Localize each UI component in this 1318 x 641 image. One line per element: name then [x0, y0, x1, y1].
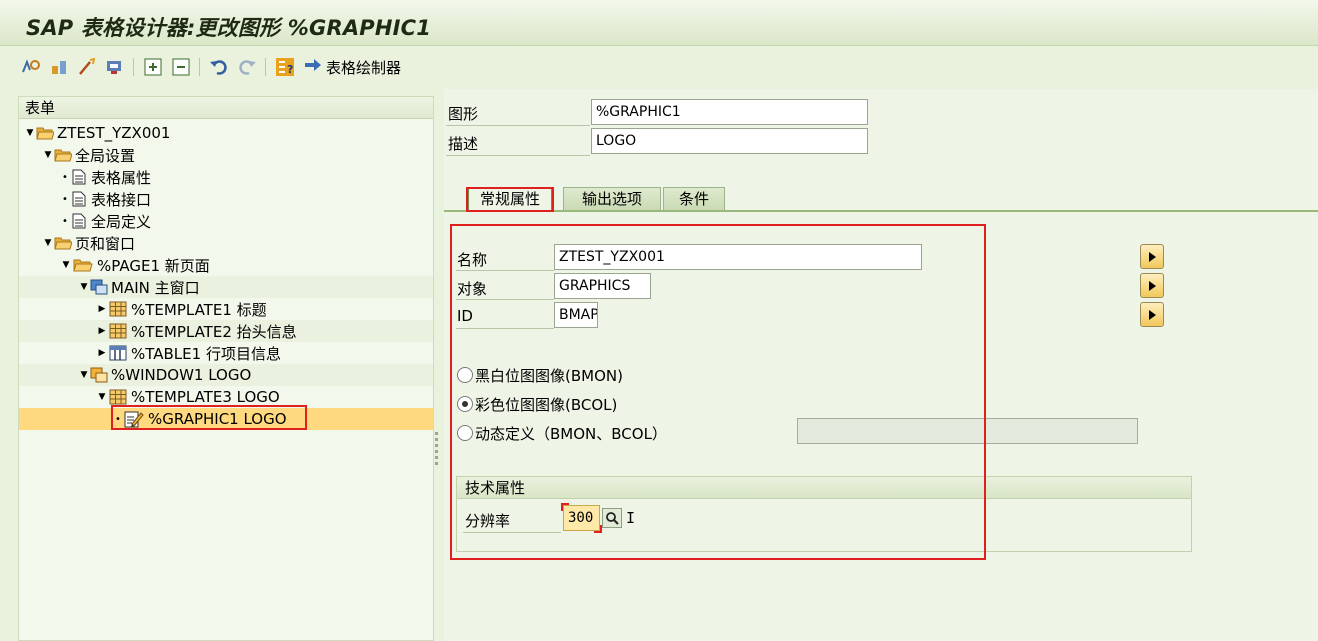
expand-icon[interactable]	[142, 56, 164, 78]
tree-node-global-definitions[interactable]: • 全局定义	[19, 210, 433, 232]
tree-node-label: %TEMPLATE2 抬头信息	[131, 322, 297, 341]
graphic-name-field[interactable]: %GRAPHIC1	[591, 99, 868, 125]
general-attributes-highlight	[450, 224, 986, 560]
graphic-detail-panel: 图形 %GRAPHIC1 描述 LOGO 常规属性 输出选项 条件 名称 ZTE…	[444, 89, 1318, 641]
tree-node-label: %TEMPLATE3 LOGO	[131, 388, 280, 406]
expanded-arrow-icon[interactable]: ▼	[43, 150, 53, 160]
tree-node-form-interface[interactable]: • 表格接口	[19, 188, 433, 210]
bullet-icon: •	[62, 171, 68, 183]
label-underline	[446, 155, 590, 156]
document-icon	[70, 169, 88, 185]
collapsed-arrow-icon[interactable]: ▶	[97, 326, 107, 336]
description-label: 描述	[448, 135, 479, 153]
tree-node-label: ZTEST_YZX001	[57, 124, 171, 142]
tab-strip-line	[444, 210, 1318, 212]
tree-node-template1[interactable]: ▶ %TEMPLATE1 标题	[19, 298, 433, 320]
collapsed-arrow-icon[interactable]: ▶	[97, 348, 107, 358]
bullet-icon: •	[62, 193, 68, 205]
expanded-arrow-icon[interactable]: ▼	[97, 392, 107, 402]
field-list-icon[interactable]: ?	[274, 56, 296, 78]
svg-text:?: ?	[287, 63, 293, 76]
tree-node-label: %WINDOW1 LOGO	[111, 366, 252, 384]
display-change-icon[interactable]	[20, 56, 42, 78]
tree-node-label: 表格属性	[91, 168, 152, 187]
document-icon	[70, 191, 88, 207]
panel-splitter[interactable]	[434, 96, 444, 641]
tree-node-window1[interactable]: ▼ %WINDOW1 LOGO	[19, 364, 433, 386]
form-tree-panel: 表单 ▼ ZTEST_YZX001 ▼ 全局设置 • 表格属性 • 表格接口 •…	[18, 96, 434, 641]
window-icon	[90, 279, 108, 295]
tab-conditions[interactable]: 条件	[663, 187, 725, 211]
toolbar-separator	[133, 58, 134, 76]
tree-node-label: %TEMPLATE1 标题	[131, 300, 267, 319]
window-title: SAP 表格设计器:更改图形 %GRAPHIC1	[26, 16, 432, 40]
tree-node-template2[interactable]: ▶ %TEMPLATE2 抬头信息	[19, 320, 433, 342]
toolbar-separator	[199, 58, 200, 76]
expanded-arrow-icon[interactable]: ▼	[79, 282, 89, 292]
expanded-arrow-icon[interactable]: ▼	[43, 238, 53, 248]
expanded-arrow-icon[interactable]: ▼	[61, 260, 71, 270]
toolbar-separator	[265, 58, 266, 76]
redo-icon[interactable]	[236, 56, 258, 78]
expanded-arrow-icon[interactable]: ▼	[79, 370, 89, 380]
arrow-right-icon	[304, 58, 322, 76]
secondary-window-icon	[90, 367, 108, 383]
tree-node-table1[interactable]: ▶ %TABLE1 行项目信息	[19, 342, 433, 364]
folder-open-icon	[54, 235, 72, 251]
play-arrow-icon	[1148, 309, 1156, 320]
expanded-arrow-icon[interactable]: ▼	[25, 128, 35, 138]
id-arrow-button[interactable]	[1140, 302, 1164, 327]
folder-open-icon	[36, 125, 54, 141]
tree-node-label: MAIN 主窗口	[111, 278, 200, 297]
document-icon	[70, 213, 88, 229]
form-painter-label: 表格绘制器	[326, 58, 402, 77]
application-toolbar: ? 表格绘制器	[0, 47, 1318, 89]
tree-node-form-attributes[interactable]: • 表格属性	[19, 166, 433, 188]
form-painter-button[interactable]: 表格绘制器	[304, 56, 401, 78]
collapsed-arrow-icon[interactable]: ▶	[97, 304, 107, 314]
description-field[interactable]: LOGO	[591, 128, 868, 154]
label-underline	[446, 125, 590, 126]
template-icon	[108, 323, 128, 339]
tree-node-main-window[interactable]: ▼ MAIN 主窗口	[19, 276, 433, 298]
folder-open-icon	[54, 147, 72, 163]
graphic-label: 图形	[448, 105, 479, 123]
play-arrow-icon	[1148, 280, 1156, 291]
tree-node-label: 全局定义	[91, 212, 152, 231]
tree-header: 表单	[19, 97, 433, 119]
test-icon[interactable]	[76, 56, 98, 78]
tree-node-global-settings[interactable]: ▼ 全局设置	[19, 144, 433, 166]
tree-node-pages-windows[interactable]: ▼ 页和窗口	[19, 232, 433, 254]
collapse-icon[interactable]	[170, 56, 192, 78]
table-icon	[108, 345, 128, 361]
tree-node-label: %PAGE1 新页面	[97, 256, 210, 275]
template-icon	[108, 301, 128, 317]
bullet-icon: •	[62, 215, 68, 227]
undo-icon[interactable]	[208, 56, 230, 78]
graphic-node-highlight	[111, 405, 307, 430]
tree-node-label: 全局设置	[75, 146, 136, 165]
name-arrow-button[interactable]	[1140, 244, 1164, 269]
tree-node-label: 表格接口	[91, 190, 152, 209]
object-arrow-button[interactable]	[1140, 273, 1164, 298]
active-tab-highlight	[466, 187, 554, 212]
title-bar: SAP 表格设计器:更改图形 %GRAPHIC1	[0, 0, 1318, 46]
tree-node-form[interactable]: ▼ ZTEST_YZX001	[19, 122, 433, 144]
activate-icon[interactable]	[104, 56, 126, 78]
tab-output-options[interactable]: 输出选项	[563, 187, 661, 211]
tree-node-label: 页和窗口	[75, 234, 136, 253]
check-icon[interactable]	[48, 56, 70, 78]
folder-open-icon	[72, 257, 94, 273]
tree-node-page1[interactable]: ▼ %PAGE1 新页面	[19, 254, 433, 276]
play-arrow-icon	[1148, 251, 1156, 262]
tree-node-label: %TABLE1 行项目信息	[131, 344, 281, 363]
template-icon	[108, 389, 128, 405]
